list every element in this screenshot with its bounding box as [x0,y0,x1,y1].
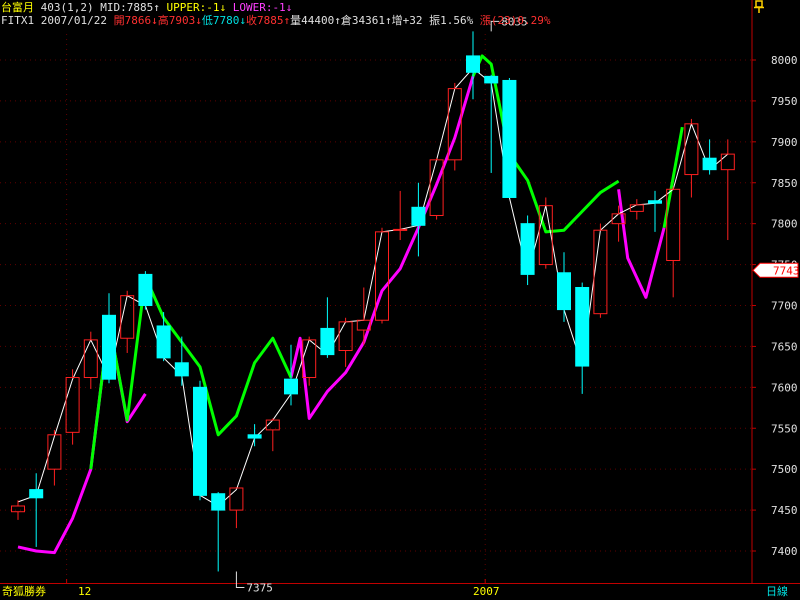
x-tick-label: 2007 [473,585,500,598]
brand-label: 奇狐勝券 [2,585,46,598]
down-candle [156,312,171,362]
y-tick-label: 7700 [771,300,798,313]
candle-body [702,157,717,171]
up-candle [120,290,135,353]
up-candle [83,331,98,389]
candle-body [648,200,662,204]
y-tick-label: 7650 [771,340,798,353]
change-percent: 漲(23)0.29% [479,14,551,27]
up-candle [375,227,389,324]
up-candle [720,139,735,241]
candle-body [102,314,116,380]
y-tick-label: 7900 [771,136,798,149]
candle-body [466,55,480,73]
candle-body [247,434,262,439]
close-price: 收7885↑ [245,14,291,27]
up-candle [593,223,608,318]
candle-body [629,204,644,212]
candle-body [575,286,590,367]
candles [11,31,735,572]
up-candle [47,429,62,486]
candle-body [720,153,735,171]
candle-body [502,79,517,198]
candle-body [593,229,608,315]
candle-body [393,228,408,231]
oi-change: 增+32 [391,14,423,27]
candlestick-chart: 7400745075007550760076507700775078007850… [0,0,800,594]
down-candle [174,336,189,386]
down-candle [557,252,571,322]
up-candle [393,190,408,241]
pin-icon[interactable] [752,0,768,14]
y-tick-label: 7450 [771,504,798,517]
up-candle [265,418,280,452]
up-candle [338,317,353,367]
down-candle [575,282,590,394]
up-candle [429,158,444,220]
down-candle [138,271,153,310]
candle-body [29,489,44,499]
quote-date: 2007/01/22 [40,14,107,27]
candle-body [11,505,25,513]
open-price: 開7866↓ [113,14,158,27]
lower-band-line [289,75,475,420]
up-candle [11,500,25,520]
annotations: 80357375 [235,15,528,594]
low-price: 低7780↓ [201,14,246,27]
close-line [17,67,729,507]
candle-body [229,487,244,511]
candle-body [484,75,499,84]
candle-body [320,327,335,356]
lower-band-line [17,320,147,555]
price-axis: 7400745075007550760076507700775078007850… [0,0,800,584]
candle-body [411,206,426,226]
x-tick-label: 12 [78,585,92,598]
amplitude: 振1.56% [429,14,474,27]
down-candle [520,215,535,286]
down-candle [320,297,335,358]
current-price-label: 7743 [773,264,800,277]
candle-body [684,123,699,176]
y-tick-label: 7800 [771,218,798,231]
symbol: FITX1 [1,14,35,27]
candle-body [193,386,207,496]
down-candle [411,182,426,257]
y-tick-label: 7400 [771,545,798,558]
open-interest: 倉34361↑ [340,14,392,27]
chart-footer: 奇狐勝券 12 2007 日線 [0,584,800,600]
y-tick-label: 7950 [771,95,798,108]
volume: 量44400↑ [290,14,341,27]
candle-body [174,362,189,377]
period-button[interactable]: 日線 [766,584,788,600]
down-candle [247,424,262,447]
down-candle [502,78,517,198]
candle-body [65,377,80,433]
candle-body [83,339,98,379]
candle-body [211,493,226,511]
down-candle [648,190,662,232]
y-tick-label: 7850 [771,177,798,190]
lower-band-line [617,189,666,299]
candle-body [520,223,535,275]
y-tick-label: 7500 [771,463,798,476]
y-tick-label: 8000 [771,54,798,67]
down-candle [102,293,116,384]
y-tick-label: 7600 [771,381,798,394]
header-line-2: FITX1 2007/01/22 開7866↓高7903↓低7780↓收7885… [1,13,550,29]
y-tick-label: 7550 [771,422,798,435]
close-price-line [17,67,729,507]
chart-header: 台富月 403(1,2) MID:7885↑ UPPER:-1↓ LOWER:-… [0,0,760,34]
candle-body [557,272,571,311]
candle-body [138,273,153,306]
candle-body [156,325,171,359]
up-candle [684,118,699,198]
down-candle [211,492,226,572]
up-candle [629,199,644,220]
candle-body [284,378,298,395]
high-price: 高7903↓ [157,14,202,27]
down-candle [193,380,207,501]
